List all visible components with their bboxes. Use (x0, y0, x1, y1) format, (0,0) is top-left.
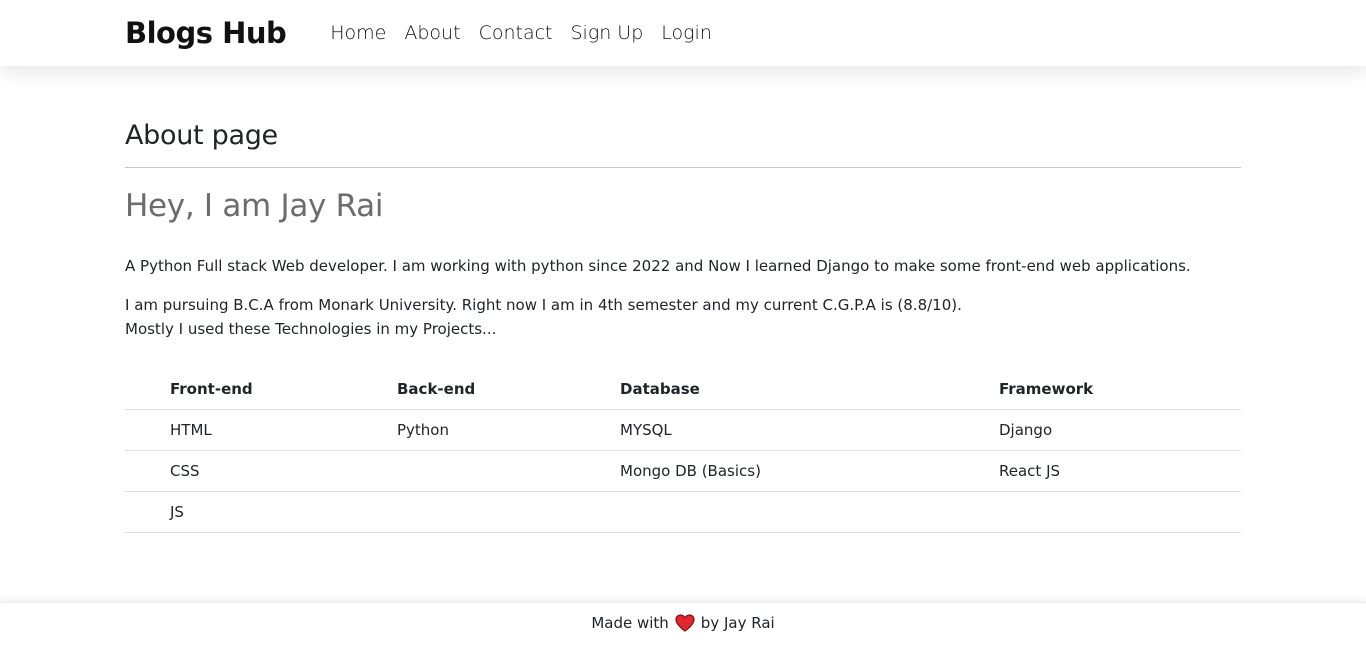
nav-link-signup[interactable]: Sign Up (570, 22, 643, 44)
table-header-database: Database (620, 369, 999, 410)
heart-icon (675, 614, 695, 632)
navbar: Blogs Hub Home About Contact Sign Up Log… (0, 0, 1366, 66)
table-cell (397, 491, 620, 533)
nav-link-about[interactable]: About (404, 22, 460, 44)
table-cell: Django (999, 409, 1241, 451)
nav-link-home[interactable]: Home (330, 22, 386, 44)
footer-author: by Jay Rai (700, 614, 775, 632)
table-cell: HTML (170, 409, 397, 451)
intro-paragraph: A Python Full stack Web developer. I am … (125, 257, 1191, 275)
table-cell: Python (397, 409, 620, 451)
table-row: JS (125, 491, 1241, 533)
table-cell: CSS (170, 450, 397, 492)
table-cell-spacer (125, 409, 170, 451)
page-title: About page (125, 120, 278, 151)
nav-links: Home About Contact Sign Up Login (330, 22, 712, 44)
divider (125, 167, 1241, 168)
greeting-heading: Hey, I am Jay Rai (125, 188, 384, 224)
table-cell: Mongo DB (Basics) (620, 450, 999, 492)
table-header-framework: Framework (999, 369, 1241, 410)
table-cell: JS (170, 491, 397, 533)
table-header-row: Front-end Back-end Database Framework (125, 369, 1241, 410)
technologies-intro-text: Mostly I used these Technologies in my P… (125, 320, 497, 338)
nav-link-contact[interactable]: Contact (479, 22, 553, 44)
main-content: About page Hey, I am Jay Rai A Python Fu… (125, 66, 1241, 533)
brand-logo[interactable]: Blogs Hub (125, 16, 287, 50)
technologies-table: Front-end Back-end Database Framework HT… (125, 369, 1241, 533)
table-header-frontend: Front-end (170, 369, 397, 410)
table-header-spacer (125, 369, 170, 410)
table-cell (620, 491, 999, 533)
table-row: CSS Mongo DB (Basics) React JS (125, 450, 1241, 492)
table-cell (999, 491, 1241, 533)
table-cell: React JS (999, 450, 1241, 492)
table-cell (397, 450, 620, 492)
table-cell: MYSQL (620, 409, 999, 451)
education-paragraph: I am pursuing B.C.A from Monark Universi… (125, 293, 1241, 341)
table-cell-spacer (125, 450, 170, 492)
footer-made-with: Made with (591, 614, 669, 632)
nav-link-login[interactable]: Login (661, 22, 712, 44)
footer: Made with by Jay Rai (0, 602, 1366, 657)
education-text: I am pursuing B.C.A from Monark Universi… (125, 296, 962, 314)
table-header-backend: Back-end (397, 369, 620, 410)
table-cell-spacer (125, 491, 170, 533)
table-row: HTML Python MYSQL Django (125, 409, 1241, 451)
